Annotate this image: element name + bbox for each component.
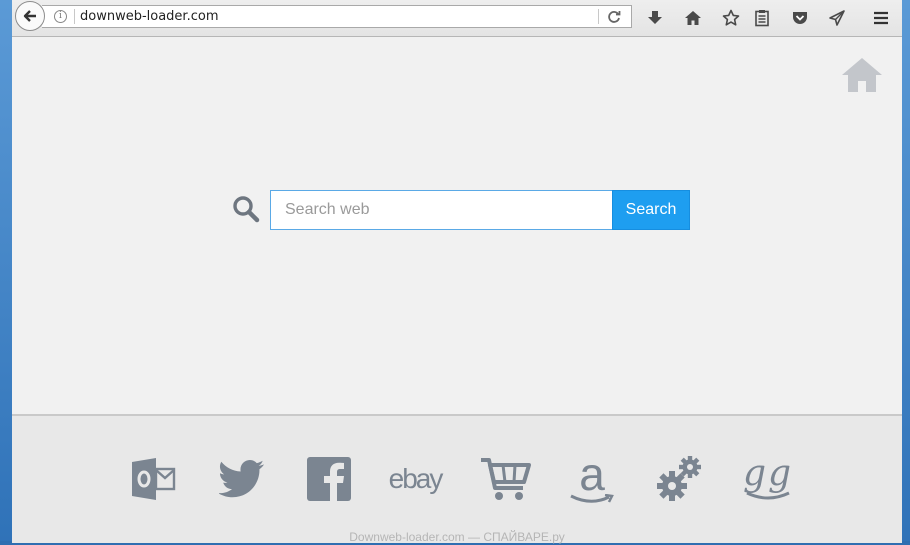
shortcut-google[interactable]: gg xyxy=(740,454,796,504)
ebay-icon: ebay xyxy=(388,463,444,494)
amazon-smile-icon xyxy=(570,494,614,503)
url-text[interactable]: downweb-loader.com xyxy=(80,9,218,24)
reload-separator xyxy=(598,9,599,24)
cart-icon xyxy=(481,458,531,500)
amazon-icon: a xyxy=(579,448,605,500)
gg-smile-icon xyxy=(746,491,790,500)
twitter-icon xyxy=(219,460,265,498)
shortcut-bar: ebay a gg Downweb-loader.com — СПАЙВАРЕ.… xyxy=(12,414,902,544)
shortcut-ebay[interactable]: ebay xyxy=(380,454,450,504)
browser-toolbar: i downweb-loader.com xyxy=(12,0,902,37)
search-icon xyxy=(233,196,260,223)
shortcut-twitter[interactable] xyxy=(217,454,267,504)
pocket-icon[interactable] xyxy=(790,8,810,28)
gears-icon xyxy=(657,456,701,501)
url-separator xyxy=(74,9,75,24)
outlook-icon xyxy=(132,458,176,500)
window-frame-right xyxy=(902,0,910,545)
shortcut-amazon[interactable]: a xyxy=(567,448,617,504)
page-home-icon[interactable] xyxy=(841,56,883,94)
shortcut-shopping[interactable] xyxy=(478,454,532,504)
reading-list-icon[interactable] xyxy=(752,8,772,28)
shortcut-settings[interactable] xyxy=(656,454,704,504)
footer-caption: Downweb-loader.com — СПАЙВАРЕ.ру xyxy=(349,530,565,544)
browser-window: i downweb-loader.com Search web Search e… xyxy=(12,0,902,544)
reload-icon[interactable] xyxy=(606,9,622,25)
info-icon[interactable]: i xyxy=(54,10,67,23)
back-button[interactable] xyxy=(15,1,45,31)
facebook-icon xyxy=(307,457,351,501)
gg-icon: gg xyxy=(742,453,794,494)
url-bar[interactable]: i downweb-loader.com xyxy=(42,5,632,28)
window-frame-left xyxy=(0,0,12,545)
search-input[interactable] xyxy=(270,190,613,230)
shortcut-facebook[interactable] xyxy=(304,454,354,504)
download-icon[interactable] xyxy=(645,8,665,28)
home-icon[interactable] xyxy=(683,8,703,28)
send-icon[interactable] xyxy=(827,8,847,28)
shortcut-outlook[interactable] xyxy=(128,454,178,504)
search-button[interactable]: Search xyxy=(612,190,690,230)
bookmark-star-icon[interactable] xyxy=(721,8,741,28)
back-arrow-icon xyxy=(23,10,36,22)
menu-icon[interactable] xyxy=(871,8,891,28)
